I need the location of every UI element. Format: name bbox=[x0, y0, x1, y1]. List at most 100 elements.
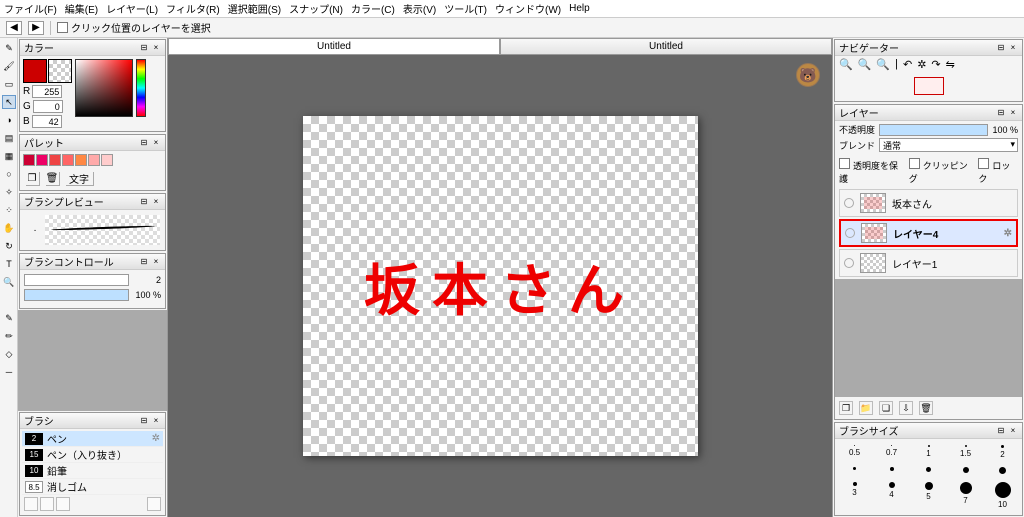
lasso-tool[interactable]: ○ bbox=[2, 167, 16, 181]
brush-size-slider[interactable] bbox=[24, 274, 129, 286]
search-tool[interactable]: 🔍 bbox=[2, 275, 16, 289]
pen-tool-b[interactable]: ✏ bbox=[2, 329, 16, 343]
menu-color[interactable]: カラー(C) bbox=[351, 1, 395, 16]
pin-icon[interactable]: ⊟ bbox=[996, 108, 1006, 118]
menu-layer[interactable]: レイヤー(L) bbox=[106, 1, 158, 16]
delete-palette-icon[interactable]: 🗑 bbox=[45, 171, 59, 185]
brush-size-cell[interactable] bbox=[989, 467, 1016, 474]
clipping-checkbox[interactable]: クリッピング bbox=[909, 158, 975, 185]
pen-tool-a[interactable]: ✎ bbox=[2, 311, 16, 325]
layer-item[interactable]: 坂本さん bbox=[839, 189, 1018, 217]
rotate-reset-icon[interactable]: ✲ bbox=[917, 58, 926, 71]
b-input[interactable] bbox=[32, 115, 62, 128]
flip-icon[interactable]: ⇋ bbox=[946, 58, 955, 71]
moji-button[interactable]: 文字 bbox=[65, 171, 93, 185]
zoom-out-icon[interactable]: 🔍 bbox=[858, 58, 872, 71]
palette-swatch[interactable] bbox=[23, 154, 35, 166]
layer-item[interactable]: レイヤー4✲ bbox=[839, 219, 1018, 247]
select-tool[interactable]: ▦ bbox=[2, 149, 16, 163]
menu-file[interactable]: ファイル(F) bbox=[4, 1, 57, 16]
blend-mode-select[interactable]: 通常 bbox=[879, 138, 1018, 152]
shape-tool[interactable]: ◇ bbox=[2, 347, 16, 361]
brush-size-cell[interactable]: 2 bbox=[989, 445, 1016, 459]
rotate-right-icon[interactable]: ↷ bbox=[931, 58, 940, 71]
rotate-tool[interactable]: ↻ bbox=[2, 239, 16, 253]
brush-trash-icon[interactable] bbox=[147, 497, 161, 511]
foreground-color[interactable] bbox=[23, 59, 47, 83]
visibility-toggle[interactable] bbox=[844, 258, 854, 268]
brush-size-cell[interactable]: 1.5 bbox=[952, 445, 979, 459]
gear-icon[interactable]: ✲ bbox=[152, 433, 160, 444]
layer-item[interactable]: レイヤー1 bbox=[839, 249, 1018, 277]
brush-list-item[interactable]: 2ペン✲ bbox=[22, 431, 163, 447]
close-icon[interactable]: × bbox=[151, 138, 161, 148]
brush-size-cell[interactable]: 5 bbox=[915, 482, 942, 509]
redo-button[interactable]: ▶ bbox=[28, 21, 44, 35]
menu-filter[interactable]: フィルタ(R) bbox=[166, 1, 220, 16]
lock-checkbox[interactable]: ロック bbox=[978, 158, 1018, 185]
bucket-tool[interactable]: ◑ bbox=[2, 113, 16, 127]
gradient-tool[interactable]: ▤ bbox=[2, 131, 16, 145]
brush-size-cell[interactable]: 10 bbox=[989, 482, 1016, 509]
zoom-in-icon[interactable]: 🔍 bbox=[839, 58, 853, 71]
brush-size-cell[interactable] bbox=[841, 467, 868, 474]
pin-icon[interactable]: ⊟ bbox=[139, 138, 149, 148]
trash-icon[interactable]: 🗑 bbox=[919, 401, 933, 415]
brush-size-cell[interactable]: 7 bbox=[952, 482, 979, 509]
brush-size-cell[interactable] bbox=[878, 467, 905, 474]
color-picker[interactable] bbox=[75, 59, 133, 117]
new-layer-icon[interactable]: ❐ bbox=[839, 401, 853, 415]
layer-opacity-slider[interactable] bbox=[879, 124, 988, 136]
pin-icon[interactable]: ⊟ bbox=[139, 197, 149, 207]
visibility-toggle[interactable] bbox=[844, 198, 854, 208]
hue-slider[interactable] bbox=[136, 59, 146, 117]
palette-swatch[interactable] bbox=[62, 154, 74, 166]
brush-tool[interactable]: 🖌 bbox=[2, 59, 16, 73]
brush-opacity-slider[interactable] bbox=[24, 289, 129, 301]
menu-select[interactable]: 選択範囲(S) bbox=[228, 1, 281, 16]
protect-checkbox[interactable]: 透明度を保護 bbox=[839, 158, 905, 185]
brush-del-icon[interactable] bbox=[56, 497, 70, 511]
close-icon[interactable]: × bbox=[1008, 426, 1018, 436]
brush-size-cell[interactable]: 1 bbox=[915, 445, 942, 459]
menu-snap[interactable]: スナップ(N) bbox=[289, 1, 343, 16]
close-icon[interactable]: × bbox=[1008, 43, 1018, 53]
pin-icon[interactable]: ⊟ bbox=[996, 43, 1006, 53]
g-input[interactable] bbox=[33, 100, 63, 113]
brush-size-cell[interactable]: 0.7 bbox=[878, 445, 905, 459]
eraser-tool[interactable]: ▭ bbox=[2, 77, 16, 91]
brush-list-item[interactable]: 15ペン（入り抜き） bbox=[22, 447, 163, 463]
move-tool[interactable]: ↖ bbox=[2, 95, 16, 109]
close-icon[interactable]: × bbox=[151, 257, 161, 267]
menu-help[interactable]: Help bbox=[569, 3, 590, 14]
brush-add-icon[interactable] bbox=[24, 497, 38, 511]
visibility-toggle[interactable] bbox=[845, 228, 855, 238]
wand-tool[interactable]: ✧ bbox=[2, 185, 16, 199]
menu-tool[interactable]: ツール(T) bbox=[444, 1, 487, 16]
pin-icon[interactable]: ⊟ bbox=[139, 257, 149, 267]
pin-icon[interactable]: ⊟ bbox=[139, 43, 149, 53]
brush-list-item[interactable]: 8.5消しゴム bbox=[22, 479, 163, 495]
eyedropper-tool[interactable]: ⁘ bbox=[2, 203, 16, 217]
merge-icon[interactable]: ⇩ bbox=[899, 401, 913, 415]
brush-size-cell[interactable]: 0.5 bbox=[841, 445, 868, 459]
tab[interactable]: Untitled bbox=[168, 38, 500, 55]
pin-icon[interactable]: ⊟ bbox=[996, 426, 1006, 436]
brush-size-cell[interactable]: 3 bbox=[841, 482, 868, 509]
new-palette-icon[interactable]: ❐ bbox=[25, 171, 39, 185]
palette-swatch[interactable] bbox=[88, 154, 100, 166]
brush-size-cell[interactable]: 4 bbox=[878, 482, 905, 509]
undo-button[interactable]: ◀ bbox=[6, 21, 22, 35]
canvas[interactable]: 坂本さん bbox=[303, 116, 698, 456]
tab[interactable]: Untitled bbox=[500, 38, 832, 55]
pencil-tool[interactable]: ✎ bbox=[2, 41, 16, 55]
user-avatar[interactable]: 🐻 bbox=[796, 63, 820, 87]
navigator-thumb[interactable] bbox=[839, 77, 1018, 97]
palette-swatch[interactable] bbox=[101, 154, 113, 166]
close-icon[interactable]: × bbox=[151, 197, 161, 207]
rotate-left-icon[interactable]: ↶ bbox=[903, 58, 912, 71]
menu-view[interactable]: 表示(V) bbox=[403, 1, 436, 16]
line-tool[interactable]: ─ bbox=[2, 365, 16, 379]
r-input[interactable] bbox=[32, 85, 62, 98]
zoom-fit-icon[interactable]: 🔍 bbox=[876, 58, 890, 71]
